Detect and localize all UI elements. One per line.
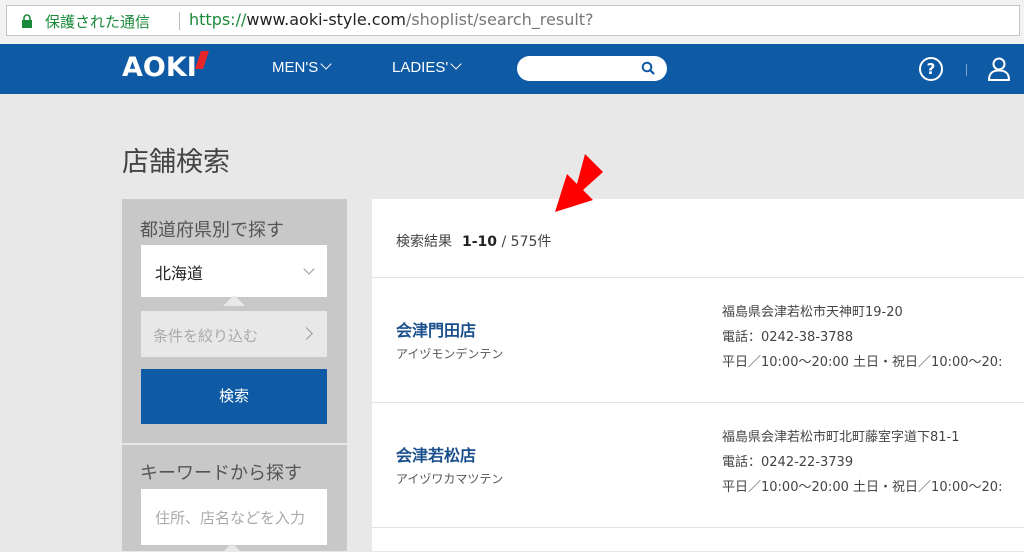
url-host: www.aoki-style.com [246, 10, 406, 29]
store-info: 福島県会津若松市町北町藤室字道下81-1 電話：0242-22-3739 平日／… [722, 425, 1002, 500]
select-pointer [223, 295, 245, 306]
store-address: 福島県会津若松市町北町藤室字道下81-1 [722, 430, 960, 445]
store-address: 福島県会津若松市天神町19-20 [722, 305, 903, 320]
store-kana: アイヅモンデンテン [396, 347, 504, 361]
lock-icon [22, 14, 32, 28]
store-info: 福島県会津若松市天神町19-20 電話：0242-38-3788 平日／10:0… [722, 300, 1002, 375]
logo-mark-icon [195, 51, 209, 69]
annotation-arrow-icon [555, 154, 603, 212]
url-separator [179, 12, 180, 30]
nav-mens-label: MEN'S [272, 59, 319, 76]
store-name-link[interactable]: 会津若松店 [396, 442, 476, 466]
pref-heading: 都道府県別で探す [140, 220, 284, 241]
sidebar-divider [122, 443, 347, 445]
keyword-heading: キーワードから探す [140, 463, 302, 484]
narrow-conditions-button[interactable]: 条件を絞り込む [141, 311, 327, 357]
nav-ladies[interactable]: LADIES' [392, 58, 462, 76]
search-sidebar: 都道府県別で探す 北海道 条件を絞り込む 検索 キーワードから探す 住所、店名な… [122, 199, 347, 552]
url-field[interactable]: 保護された通信 https://www.aoki-style.com/shopl… [6, 5, 1020, 36]
result-total: / 575件 [501, 234, 552, 250]
chevron-down-icon [450, 58, 462, 70]
row-divider [372, 402, 1024, 403]
chevron-down-icon [303, 263, 315, 275]
store-phone: 電話：0242-22-3739 [722, 455, 854, 470]
keyword-placeholder: 住所、店名などを入力 [155, 509, 306, 527]
result-range: 1-10 [462, 234, 498, 250]
row-divider [372, 277, 1024, 278]
site-header: AOKI MEN'S LADIES' ? [0, 44, 1024, 94]
row-divider [372, 527, 1024, 528]
page-title: 店舗検索 [122, 147, 230, 178]
prefecture-selected: 北海道 [155, 264, 204, 283]
secure-label: 保護された通信 [45, 13, 151, 31]
store-hours: 平日／10:00～20:00 土日・祝日／10:00～20: [722, 355, 1003, 370]
narrow-conditions-label: 条件を絞り込む [153, 327, 259, 345]
result-count-label: 検索結果 [396, 234, 452, 250]
result-count: 検索結果 1-10 / 575件 [396, 231, 551, 251]
nav-mens[interactable]: MEN'S [272, 58, 332, 76]
prefecture-select[interactable]: 北海道 [141, 245, 327, 297]
store-kana: アイヅワカマツテン [396, 472, 504, 486]
site-search-input[interactable] [517, 56, 667, 81]
list-item: 会津門田店 アイヅモンデンテン 福島県会津若松市天神町19-20 電話：0242… [372, 277, 1024, 403]
keyword-input[interactable]: 住所、店名などを入力 [141, 489, 327, 545]
url-path: /shoplist/search_result? [405, 10, 594, 29]
chevron-right-icon [300, 327, 313, 340]
results-panel: 検索結果 1-10 / 575件 会津門田店 アイヅモンデンテン 福島県会津若松市… [372, 199, 1024, 551]
list-item: 会津若松店 アイヅワカマツテン 福島県会津若松市町北町藤室字道下81-1 電話：… [372, 402, 1024, 528]
aoki-logo[interactable]: AOKI [122, 52, 197, 83]
search-icon[interactable] [641, 61, 656, 76]
url-text: https://www.aoki-style.com/shoplist/sear… [189, 10, 594, 29]
search-button[interactable]: 検索 [141, 369, 327, 424]
help-icon[interactable]: ? [919, 57, 943, 81]
user-icon[interactable] [986, 56, 1012, 82]
store-hours: 平日／10:00～20:00 土日・祝日／10:00～20: [722, 480, 1003, 495]
store-name-link[interactable]: 会津門田店 [396, 317, 476, 341]
nav-separator [966, 64, 967, 76]
nav-ladies-label: LADIES' [392, 59, 449, 76]
browser-address-bar: 保護された通信 https://www.aoki-style.com/shopl… [0, 0, 1024, 44]
url-scheme: https:// [189, 10, 247, 29]
chevron-down-icon [320, 58, 332, 70]
store-phone: 電話：0242-38-3788 [722, 330, 854, 345]
